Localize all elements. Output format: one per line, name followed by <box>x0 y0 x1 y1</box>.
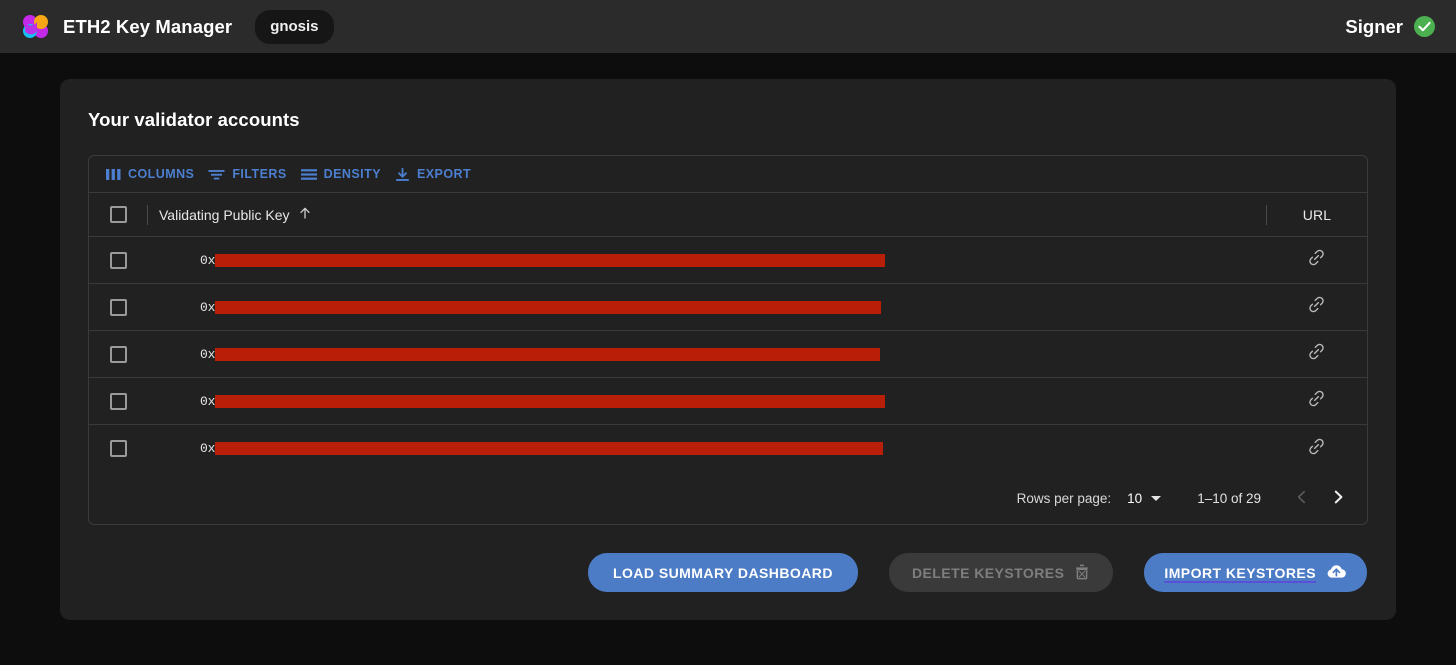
rows-per-page-select[interactable]: 10 <box>1123 487 1163 510</box>
brand: ETH2 Key Manager gnosis <box>22 9 334 44</box>
cell-validating-public-key: 0x <box>147 347 1266 362</box>
page-title: Your validator accounts <box>88 109 300 130</box>
density-icon <box>300 168 317 181</box>
table-body: 0x 0x 0x 0x 0x <box>89 237 1367 472</box>
table-row[interactable]: 0x <box>89 331 1367 378</box>
table-row[interactable]: 0x <box>89 284 1367 331</box>
cell-url <box>1266 295 1367 319</box>
load-summary-dashboard-label: LOAD SUMMARY DASHBOARD <box>613 564 833 581</box>
public-key-prefix: 0x <box>200 393 216 409</box>
cell-validating-public-key: 0x <box>147 441 1266 456</box>
columns-icon <box>106 168 121 181</box>
cell-url <box>1266 342 1367 366</box>
rows-per-page-label: Rows per page: <box>1016 490 1112 506</box>
export-button[interactable]: EXPORT <box>388 162 478 187</box>
columns-button[interactable]: COLUMNS <box>99 162 201 186</box>
cell-validating-public-key: 0x <box>147 394 1266 409</box>
import-keystores-label: IMPORT KEYSTORES <box>1164 564 1316 581</box>
app-title: ETH2 Key Manager <box>63 15 233 37</box>
validator-accounts-table: COLUMNS FILTERS DENSITY EXPORT Validatin… <box>88 155 1368 525</box>
row-checkbox[interactable] <box>109 298 127 316</box>
density-button[interactable]: DENSITY <box>294 162 388 186</box>
eth2-keymanager-logo-icon <box>22 13 49 40</box>
select-all-cell <box>89 206 147 223</box>
grid-toolbar: COLUMNS FILTERS DENSITY EXPORT <box>89 156 1367 192</box>
delete-keystores-label: DELETE KEYSTORES <box>911 564 1065 581</box>
cell-url <box>1266 437 1367 461</box>
link-icon[interactable] <box>1307 295 1326 319</box>
filters-button[interactable]: FILTERS <box>201 162 293 186</box>
public-key-redaction <box>215 253 886 267</box>
row-checkbox[interactable] <box>109 251 127 269</box>
validator-accounts-card: Your validator accounts COLUMNS FILTERS … <box>60 79 1396 620</box>
app-header: ETH2 Key Manager gnosis Signer <box>0 0 1456 53</box>
page-body: Your validator accounts COLUMNS FILTERS … <box>0 53 1456 620</box>
import-keystores-button[interactable]: IMPORT KEYSTORES <box>1144 553 1367 592</box>
rows-per-page-value: 10 <box>1127 490 1143 506</box>
cell-validating-public-key: 0x <box>147 300 1266 315</box>
chevron-left-icon <box>1294 489 1310 508</box>
row-select-cell <box>89 251 147 269</box>
public-key-redaction <box>215 300 882 314</box>
trash-icon <box>1074 563 1090 583</box>
filters-label: FILTERS <box>232 167 287 181</box>
row-checkbox[interactable] <box>109 440 127 457</box>
table-row[interactable]: 0x <box>89 425 1367 472</box>
row-select-cell <box>89 298 147 316</box>
columns-label: COLUMNS <box>128 167 195 181</box>
signer-label: Signer <box>1345 15 1403 37</box>
cell-validating-public-key: 0x <box>147 253 1266 268</box>
column-header-label: Validating Public Key <box>159 206 290 223</box>
table-header-row: Validating Public Key URL <box>89 192 1367 237</box>
public-key-prefix: 0x <box>200 299 216 315</box>
public-key-redaction <box>215 442 884 455</box>
column-header-url-wrap: URL <box>1266 204 1367 225</box>
filter-icon <box>208 168 225 181</box>
link-icon[interactable] <box>1307 342 1326 366</box>
pagination-range: 1–10 of 29 <box>1197 490 1261 506</box>
row-checkbox[interactable] <box>109 345 127 363</box>
network-chip[interactable]: gnosis <box>255 9 334 44</box>
row-checkbox[interactable] <box>109 392 127 410</box>
arrow-up-icon[interactable] <box>298 206 312 223</box>
signer-status[interactable]: Signer <box>1345 0 1436 53</box>
row-select-cell <box>89 392 147 410</box>
public-key-prefix: 0x <box>200 441 216 456</box>
cloud-upload-icon <box>1326 563 1347 583</box>
export-icon <box>395 167 410 182</box>
public-key-redaction <box>215 394 886 408</box>
select-all-checkbox[interactable] <box>109 206 127 223</box>
row-select-cell <box>89 345 147 363</box>
check-circle-icon <box>1413 15 1436 38</box>
chevron-down-icon <box>1151 495 1162 501</box>
chevron-right-icon <box>1330 489 1346 508</box>
public-key-prefix: 0x <box>200 346 216 362</box>
table-row[interactable]: 0x <box>89 378 1367 425</box>
column-header-url[interactable]: URL <box>1267 207 1367 223</box>
column-header-validating-public-key[interactable]: Validating Public Key <box>148 206 1266 223</box>
public-key-prefix: 0x <box>200 252 216 268</box>
load-summary-dashboard-button[interactable]: LOAD SUMMARY DASHBOARD <box>588 553 858 592</box>
export-label: EXPORT <box>416 167 472 181</box>
link-icon[interactable] <box>1307 248 1326 272</box>
cell-url <box>1266 248 1367 272</box>
link-icon[interactable] <box>1307 389 1326 413</box>
delete-keystores-button: DELETE KEYSTORES <box>888 553 1114 592</box>
table-pagination: Rows per page: 10 1–10 of 29 <box>89 472 1367 524</box>
row-select-cell <box>89 440 147 457</box>
public-key-redaction <box>215 347 881 361</box>
previous-page-button <box>1284 480 1320 516</box>
next-page-button[interactable] <box>1320 480 1356 516</box>
density-label: DENSITY <box>323 167 381 181</box>
table-row[interactable]: 0x <box>89 237 1367 284</box>
action-bar: LOAD SUMMARY DASHBOARD DELETE KEYSTORES … <box>88 553 1368 592</box>
link-icon[interactable] <box>1307 437 1326 461</box>
cell-url <box>1266 389 1367 413</box>
